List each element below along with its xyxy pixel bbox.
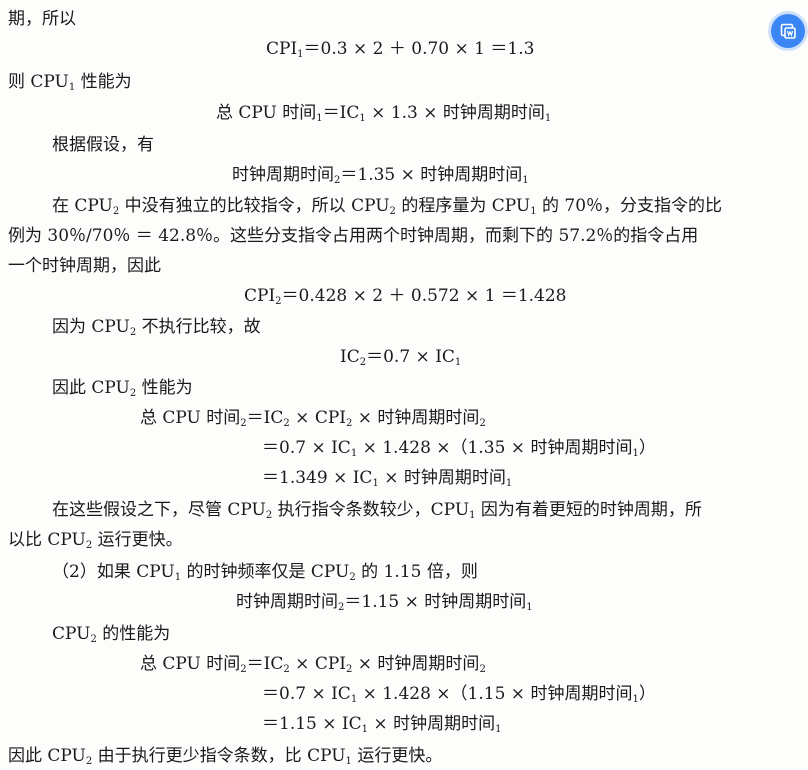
formula-cpu2-time2-c: ＝1.15 × IC1 × 时钟周期时间1 [262,714,502,735]
document-page: 期，所以 CPI1＝0.3 × 2 ＋ 0.70 × 1 ＝1.3 则 CPU1… [0,0,808,770]
text-line-17: 在这些假设之下，尽管 CPU2 执行指令条数较少，CPU1 因为有着更短的时钟周… [52,500,702,521]
formula-cpu2-time-c: ＝1.349 × IC1 × 时钟周期时间1 [262,468,513,489]
formula-ic2: IC2＝0.7 × IC1 [340,347,462,368]
text-line-3: 则 CPU1 性能为 [8,72,132,93]
text-line-8: 例为 30％/70％ ＝ 42.8％。这些分支指令占用两个时钟周期，而剩下的 5… [8,226,699,246]
text-line-21: CPU2 的性能为 [52,624,171,645]
text-line-7: 在 CPU2 中没有独立的比较指令，所以 CPU2 的程序量为 CPU1 的 7… [52,196,723,217]
formula-cpu2-time2-a: 总 CPU 时间2＝IC2 × CPI2 × 时钟周期时间2 [140,654,486,675]
formula-clock2: 时钟周期时间2＝1.35 × 时钟周期时间1 [232,165,529,186]
translate-button[interactable] [771,14,805,48]
text-line-9: 一个时钟周期，因此 [8,256,161,276]
formula-cpu2-time-a: 总 CPU 时间2＝IC2 × CPI2 × 时钟周期时间2 [140,408,486,429]
text-line-13: 因此 CPU2 性能为 [52,378,193,399]
formula-cpu2-time2-b: ＝0.7 × IC1 × 1.428 ×（1.15 × 时钟周期时间1） [262,684,656,705]
text-line-25: 因此 CPU2 由于执行更少指令条数，比 CPU1 运行更快。 [8,746,443,767]
text-line-18: 以比 CPU2 运行更快。 [8,530,183,551]
formula-cpu1-time: 总 CPU 时间1＝IC1 × 1.3 × 时钟周期时间1 [216,103,552,124]
text-line-1: 期，所以 [8,9,76,29]
formula-cpi2: CPI2＝0.428 × 2 ＋ 0.572 × 1 ＝1.428 [244,286,567,307]
text-line-19: （2）如果 CPU1 的时钟频率仅是 CPU2 的 1.15 倍，则 [52,562,478,583]
translate-icon [779,22,797,40]
formula-clock2-b: 时钟周期时间2＝1.15 × 时钟周期时间1 [236,592,533,613]
text-line-5: 根据假设，有 [52,135,154,155]
formula-cpu2-time-b: ＝0.7 × IC1 × 1.428 ×（1.35 × 时钟周期时间1） [262,438,656,459]
formula-cpi1: CPI1＝0.3 × 2 ＋ 0.70 × 1 ＝1.3 [266,39,535,60]
text-line-11: 因为 CPU2 不执行比较，故 [52,317,261,338]
